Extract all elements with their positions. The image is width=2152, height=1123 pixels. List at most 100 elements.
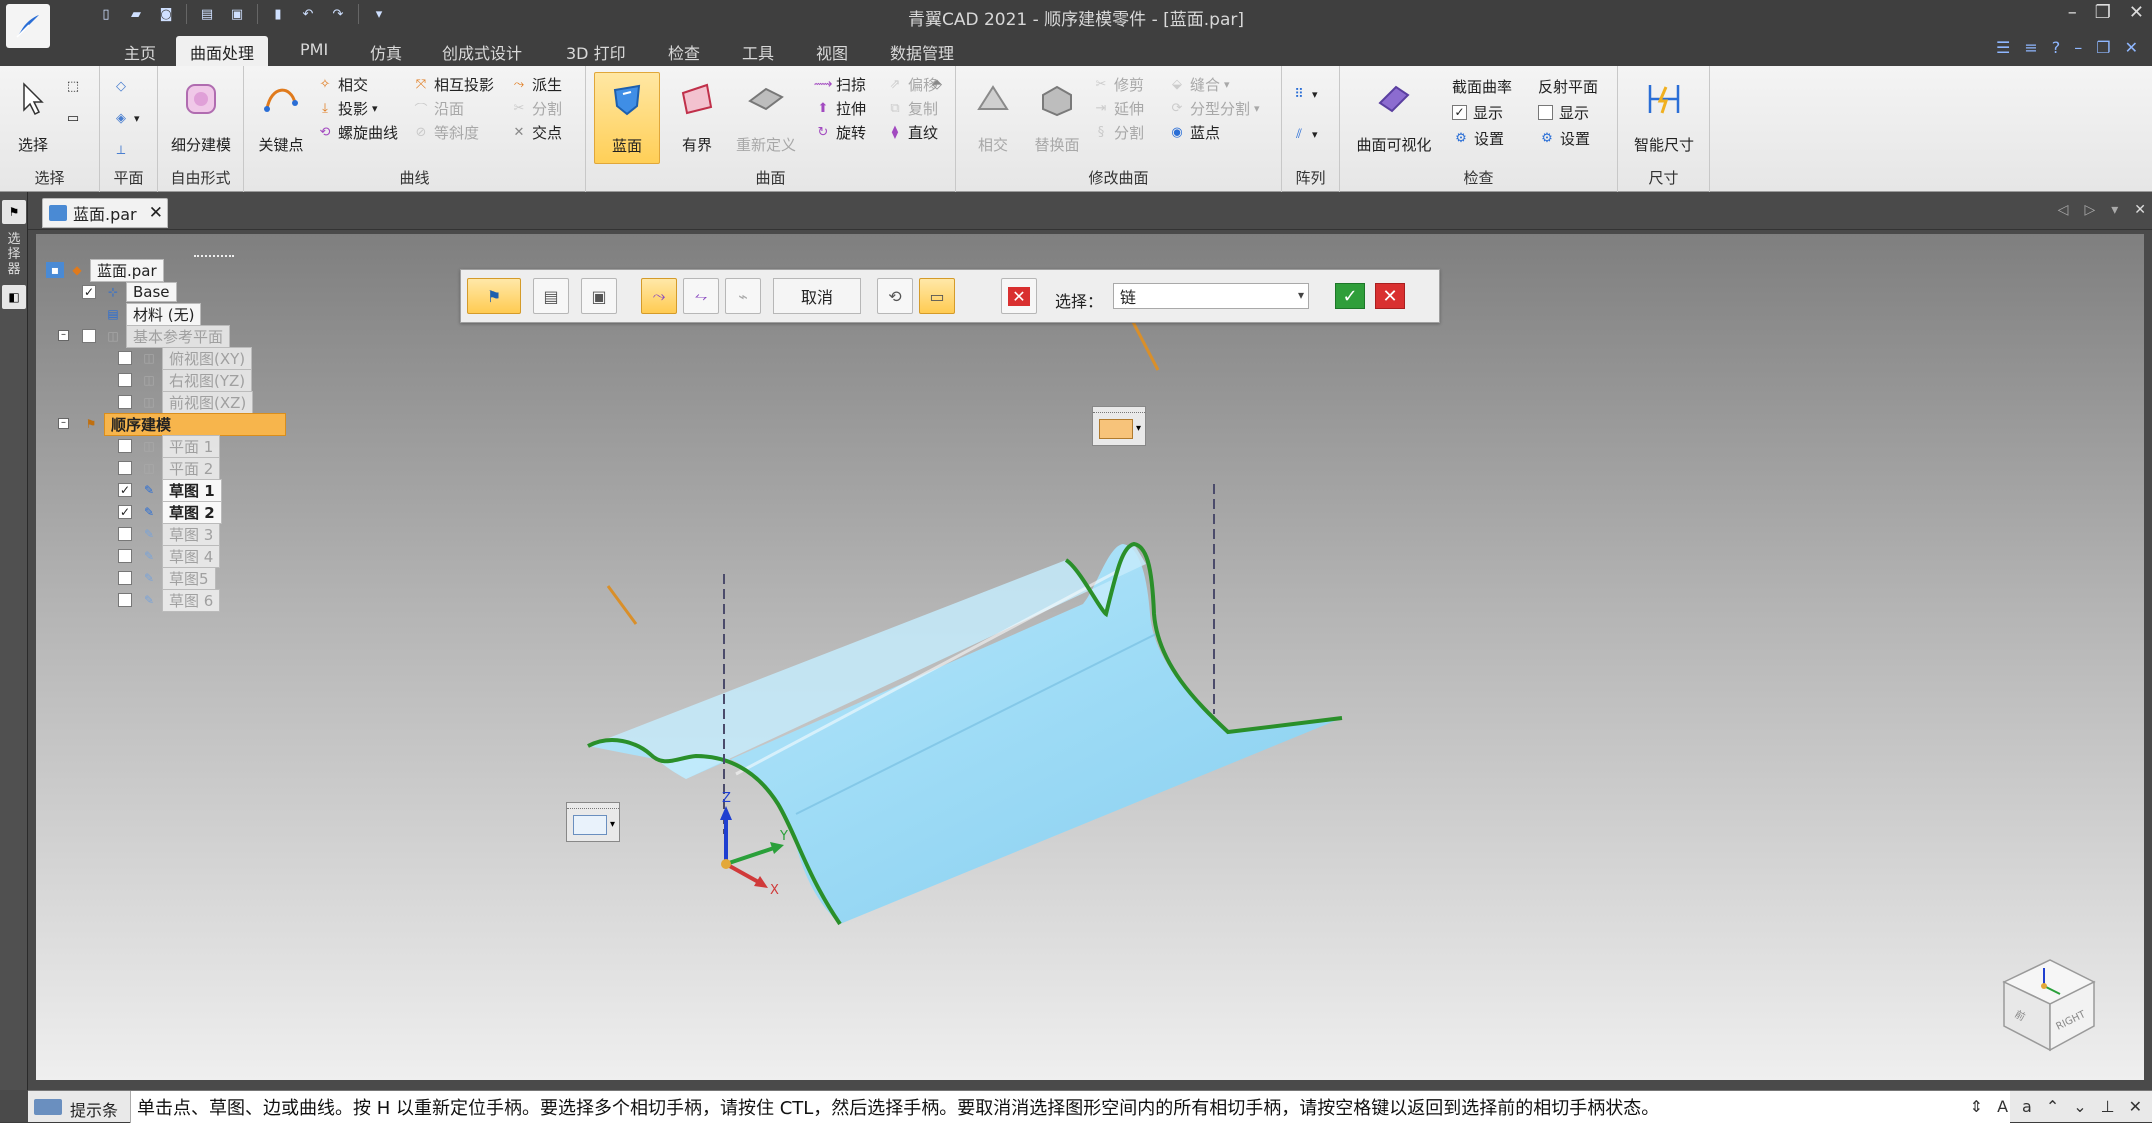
bounded-button[interactable]: 有界 — [664, 72, 730, 164]
tangent-handle-widget-bottom[interactable]: ▾ — [566, 802, 620, 842]
visibility-checkbox[interactable]: ✓ — [118, 505, 132, 519]
layout-icon[interactable]: ☰ — [1996, 38, 2010, 57]
restore-doc-icon[interactable]: ❐ — [2096, 38, 2110, 57]
visibility-checkbox[interactable] — [118, 527, 132, 541]
visibility-checkbox[interactable] — [118, 461, 132, 475]
minimize-button[interactable]: – — [2068, 2, 2077, 23]
tab-3d-print[interactable]: 3D 打印 — [552, 36, 640, 66]
visibility-checkbox[interactable]: ✓ — [118, 483, 132, 497]
subdivision-button[interactable]: 细分建模 — [168, 72, 234, 164]
curvature-show-checkbox[interactable]: ✓ 显示 — [1452, 100, 1503, 124]
pathfinder-icon[interactable]: ⚑ — [2, 200, 26, 224]
tree-item-sketch-5[interactable]: ✎ 草图5 — [118, 566, 216, 590]
plane-normal-icon[interactable]: ⟂ — [112, 138, 134, 162]
visibility-checkbox[interactable] — [118, 351, 132, 365]
visibility-checkbox[interactable] — [118, 373, 132, 387]
copy-surface-button[interactable]: ⧉ 复制 — [886, 96, 938, 120]
pattern-button[interactable]: ⠿ ▾ — [1290, 82, 1317, 106]
close-all-icon[interactable]: ✕ — [2134, 202, 2146, 218]
tree-root[interactable]: ▪ ◆ 蓝面.par — [46, 258, 164, 282]
list-icon[interactable]: ≡ — [2024, 38, 2037, 57]
redefine-button[interactable]: 重新定义 — [726, 72, 806, 164]
doc-tab-bluesurf[interactable]: 蓝面.par ✕ — [42, 198, 168, 228]
intersect-curve-button[interactable]: ✧ 相交 — [316, 72, 368, 96]
isocline-button[interactable]: ⊘ 等斜度 — [412, 120, 479, 144]
split-surface-button[interactable]: § 分割 — [1092, 120, 1144, 144]
sweep-button[interactable]: ⟿ 扫掠 — [814, 72, 866, 96]
tab-surfacing[interactable]: 曲面处理 — [176, 36, 269, 66]
tab-inspect[interactable]: 检查 — [654, 36, 714, 66]
close-tab-icon[interactable]: ✕ — [149, 203, 163, 223]
tab-home[interactable]: 主页 — [110, 36, 170, 66]
close-doc-icon[interactable]: ✕ — [2125, 38, 2138, 57]
visibility-checkbox[interactable] — [118, 549, 132, 563]
help-icon[interactable]: ? — [2052, 38, 2061, 57]
collapse-toggle[interactable]: – — [58, 330, 69, 341]
tree-item-ref-planes[interactable]: – ◫ 基本参考平面 — [58, 324, 231, 348]
tab-tools[interactable]: 工具 — [728, 36, 788, 66]
select-mode-dropdown[interactable]: 链 ▾ — [1113, 283, 1309, 309]
project-curve-button[interactable]: ⤓ 投影 ▾ — [316, 96, 377, 120]
tree-item-sketch-1[interactable]: ✓ ✎ 草图 1 — [118, 478, 222, 502]
tree-item-sketch-4[interactable]: ✎ 草图 4 — [118, 544, 221, 568]
tree-item-top-view[interactable]: ◫ 俯视图(XY) — [118, 346, 253, 370]
reflective-show-checkbox[interactable]: 显示 — [1538, 100, 1589, 124]
guide-curve-button[interactable]: ⥊ — [683, 278, 719, 314]
expand-icon[interactable]: ⌄ — [2073, 1097, 2086, 1116]
derive-curve-button[interactable]: ⤳ 派生 — [510, 72, 562, 96]
collapse-toggle[interactable]: – — [58, 418, 69, 429]
view-cube[interactable]: 前 RIGHT — [1994, 946, 2104, 1056]
visibility-checkbox[interactable] — [118, 395, 132, 409]
close-button[interactable]: ✕ — [2129, 2, 2144, 23]
minimize-ribbon-icon[interactable]: – — [2074, 38, 2082, 57]
doc-list-icon[interactable]: ▾ — [2111, 202, 2118, 218]
prev-doc-icon[interactable]: ◁ — [2058, 202, 2069, 218]
select-box-icon[interactable]: ▭ — [64, 106, 86, 130]
finish-button[interactable]: ▭ — [919, 278, 955, 314]
tree-item-plane-2[interactable]: ◫ 平面 2 — [118, 456, 221, 480]
surface-visualize-button[interactable]: 曲面可视化 — [1342, 72, 1446, 164]
tree-item-plane-1[interactable]: ◫ 平面 1 — [118, 434, 221, 458]
bluesurf-options-button[interactable]: ⚑ — [467, 278, 521, 314]
extend-button[interactable]: ⇥ 延伸 — [1092, 96, 1144, 120]
close-prompt-icon[interactable]: ✕ — [2129, 1097, 2142, 1116]
tree-item-sketch-3[interactable]: ✎ 草图 3 — [118, 522, 221, 546]
tab-generative-design[interactable]: 创成式设计 — [428, 36, 536, 66]
guide-curve-step-button[interactable]: ▣ — [581, 278, 617, 314]
replace-face-button[interactable]: 替换面 — [1024, 72, 1090, 164]
along-surface-button[interactable]: ⌒ 沿面 — [412, 96, 464, 120]
surface-extra-icon[interactable]: ⬘ — [928, 72, 950, 96]
visibility-checkbox[interactable] — [118, 593, 132, 607]
cross-project-button[interactable]: ⤧ 相互投影 — [412, 72, 494, 96]
tree-item-ordered[interactable]: – ⚑ 顺序建模 — [58, 412, 286, 436]
stitch-button[interactable]: ⬙ 缝合 ▾ — [1168, 72, 1230, 96]
accept-button[interactable]: ✓ — [1335, 283, 1365, 309]
bluedot-button[interactable]: ◉ 蓝点 — [1168, 120, 1220, 144]
pin-icon[interactable]: ⊥ — [2101, 1097, 2115, 1116]
tab-simulation[interactable]: 仿真 — [356, 36, 416, 66]
close-command-button[interactable]: ✕ — [1375, 283, 1405, 309]
parting-split-button[interactable]: ⟳ 分型分割 ▾ — [1168, 96, 1260, 120]
font-decrease-icon[interactable]: a — [2022, 1097, 2032, 1116]
plane-angle-icon[interactable]: ◈ ▾ — [112, 106, 140, 130]
tree-grip[interactable] — [194, 255, 234, 258]
split-curve-button[interactable]: ✂ 分割 — [510, 96, 562, 120]
tab-view[interactable]: 视图 — [802, 36, 862, 66]
preview-button[interactable]: ⟲ — [877, 278, 913, 314]
tree-item-material[interactable]: ▤ 材料 (无) — [104, 302, 202, 326]
cross-section-curve-button[interactable]: ⤳ — [641, 278, 677, 314]
tree-item-sketch-2[interactable]: ✓ ✎ 草图 2 — [118, 500, 222, 524]
select-button[interactable]: 选择 — [0, 72, 66, 164]
extrude-button[interactable]: ⬆ 拉伸 — [814, 96, 866, 120]
curvature-settings-button[interactable]: ⚙ 设置 — [1452, 126, 1504, 150]
cancel-step-button[interactable]: 取消 — [773, 278, 861, 314]
bluesurf-button[interactable]: 蓝面 — [594, 72, 660, 164]
select-filter-icon[interactable]: ⬚ — [64, 74, 86, 98]
bluesurf-model[interactable]: Z Y X — [36, 234, 2144, 1080]
smart-dimension-button[interactable]: 智能尺寸 — [1624, 72, 1704, 164]
ruled-button[interactable]: ⧫ 直纹 — [886, 120, 938, 144]
tree-item-front-view[interactable]: ◫ 前视图(XZ) — [118, 390, 254, 414]
tree-item-right-view[interactable]: ◫ 右视图(YZ) — [118, 368, 253, 392]
tree-item-base[interactable]: ✓ ⊹ Base — [82, 282, 177, 302]
intersection-point-button[interactable]: ✕ 交点 — [510, 120, 562, 144]
